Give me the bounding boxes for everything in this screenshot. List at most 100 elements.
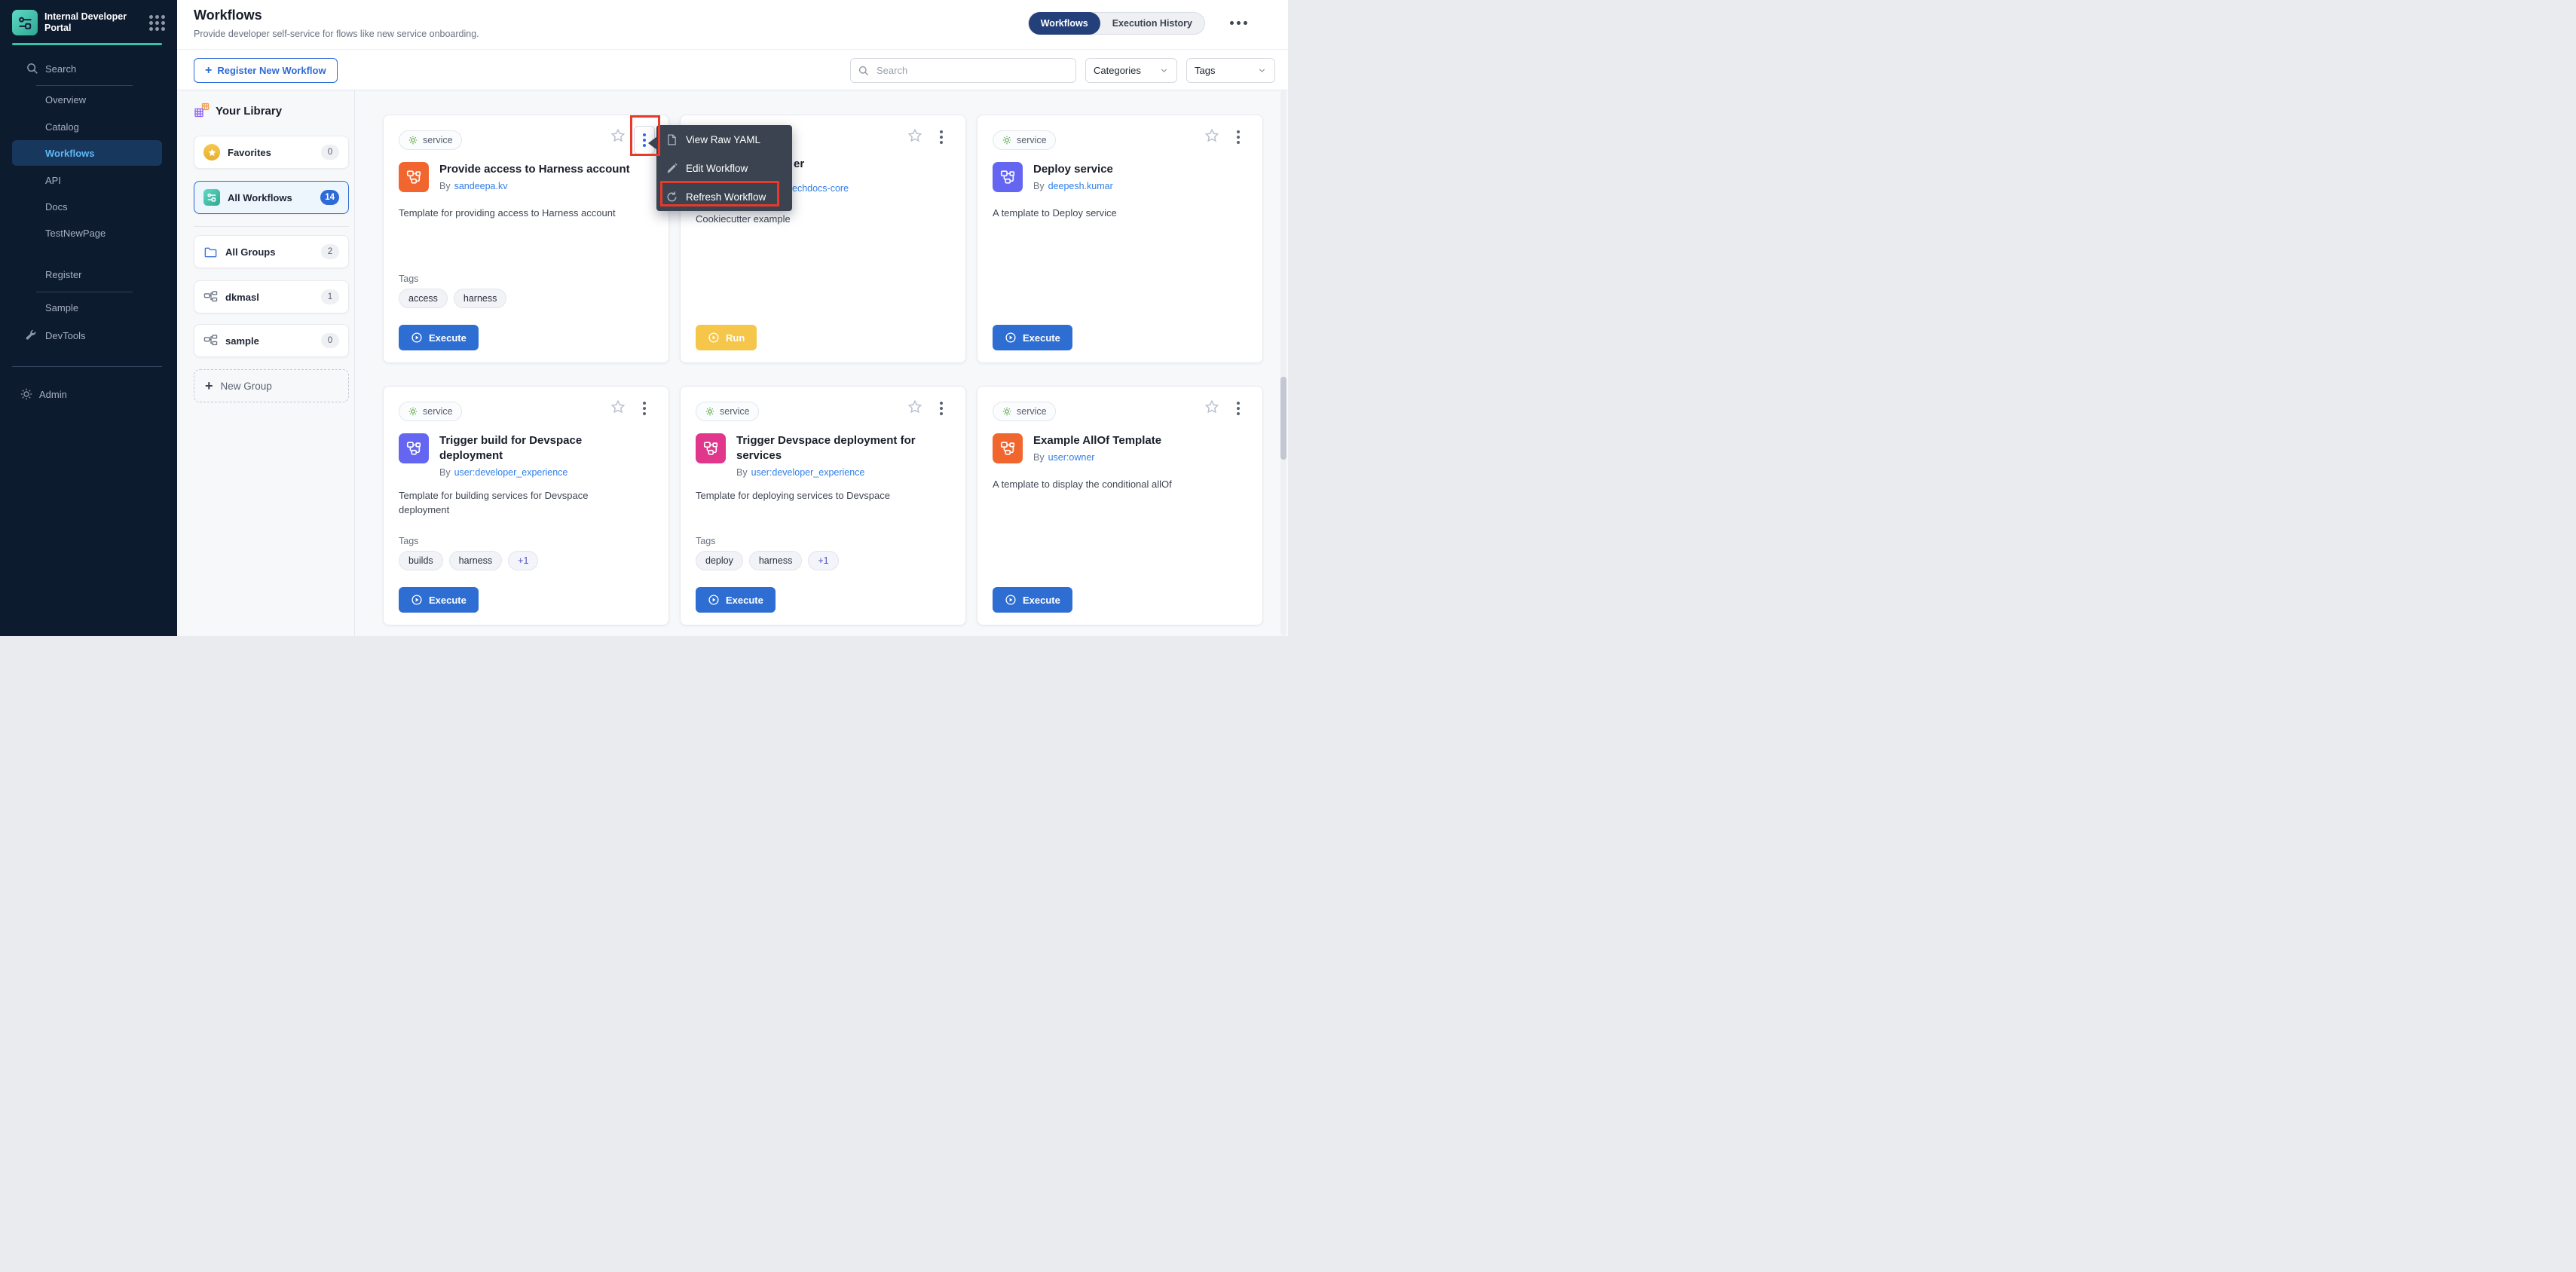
sidebar-divider bbox=[12, 366, 162, 367]
tag[interactable]: harness bbox=[454, 289, 506, 308]
tags-dropdown[interactable]: Tags bbox=[1186, 58, 1275, 83]
execute-button[interactable]: Execute bbox=[993, 587, 1072, 613]
library-group-all-workflows[interactable]: All Workflows 14 bbox=[194, 181, 349, 214]
card-overflow-menu-icon[interactable] bbox=[931, 126, 952, 148]
sidebar-item-docs[interactable]: Docs bbox=[0, 194, 177, 219]
category-chip: service bbox=[399, 402, 462, 421]
sidebar-item-workflows[interactable]: Workflows bbox=[12, 140, 162, 166]
workflow-card-trigger-build[interactable]: service Trigger build for Devspace deplo… bbox=[383, 386, 669, 625]
sidebar-item-label: Catalog bbox=[45, 121, 79, 133]
sidebar-divider bbox=[36, 85, 133, 86]
page-header: Workflows Provide developer self-service… bbox=[177, 0, 1288, 50]
service-gear-icon bbox=[1002, 135, 1012, 145]
sidebar-item-overview[interactable]: Overview bbox=[0, 87, 177, 112]
header-overflow-menu-icon[interactable] bbox=[1230, 21, 1247, 25]
card-title-fragment: er bbox=[794, 157, 804, 170]
category-chip: service bbox=[993, 402, 1056, 421]
tag-row: builds harness +1 bbox=[399, 551, 538, 570]
sidebar-item-api[interactable]: API bbox=[0, 167, 177, 193]
execute-label: Execute bbox=[726, 595, 763, 606]
register-new-workflow-button[interactable]: + Register New Workflow bbox=[194, 58, 338, 83]
favorite-star-icon[interactable] bbox=[1204, 399, 1220, 415]
execute-button[interactable]: Execute bbox=[993, 325, 1072, 350]
toggle-execution-history[interactable]: Execution History bbox=[1100, 12, 1204, 35]
library-group-sample[interactable]: sample 0 bbox=[194, 324, 349, 357]
library-cubes-icon bbox=[194, 102, 209, 118]
card-description: A template to display the conditional al… bbox=[993, 477, 1247, 491]
execute-button[interactable]: Execute bbox=[399, 325, 479, 350]
more-tags-badge[interactable]: +1 bbox=[808, 551, 838, 570]
menu-item-edit-workflow[interactable]: Edit Workflow bbox=[656, 154, 792, 182]
tag[interactable]: builds bbox=[399, 551, 443, 570]
sidebar-item-catalog[interactable]: Catalog bbox=[0, 114, 177, 139]
library-group-all-groups[interactable]: All Groups 2 bbox=[194, 235, 349, 268]
favorite-star-icon[interactable] bbox=[610, 399, 626, 415]
sidebar-item-devtools[interactable]: DevTools bbox=[0, 323, 177, 348]
sidebar-item-testnewpage[interactable]: TestNewPage bbox=[0, 220, 177, 246]
count-badge: 14 bbox=[320, 190, 339, 205]
library-group-label: Favorites bbox=[228, 147, 314, 158]
tag[interactable]: harness bbox=[449, 551, 502, 570]
card-owner-row: Byuser:owner bbox=[1033, 452, 1161, 463]
tag[interactable]: deploy bbox=[696, 551, 743, 570]
favorite-star-icon[interactable] bbox=[610, 127, 626, 144]
categories-dropdown[interactable]: Categories bbox=[1085, 58, 1177, 83]
play-circle-icon bbox=[1005, 332, 1017, 344]
play-circle-icon bbox=[411, 594, 423, 606]
workflow-card-example-allof[interactable]: service Example AllOf Template Byuser:ow… bbox=[977, 386, 1263, 625]
card-overflow-menu-icon[interactable] bbox=[634, 397, 655, 420]
library-title: Your Library bbox=[216, 105, 282, 118]
run-button[interactable]: Run bbox=[696, 325, 757, 350]
sidebar-item-label: DevTools bbox=[45, 330, 85, 341]
execute-button[interactable]: Execute bbox=[696, 587, 776, 613]
owner-link[interactable]: deepesh.kumar bbox=[1048, 181, 1113, 191]
sidebar-item-sample[interactable]: Sample bbox=[0, 295, 177, 320]
execute-button[interactable]: Execute bbox=[399, 587, 479, 613]
sidebar-item-admin[interactable]: Admin bbox=[0, 381, 177, 407]
card-title: Example AllOf Template bbox=[1033, 433, 1161, 448]
card-owner-row: Byuser:developer_experience bbox=[439, 467, 646, 478]
menu-item-view-raw-yaml[interactable]: View Raw YAML bbox=[656, 125, 792, 154]
toggle-workflows[interactable]: Workflows bbox=[1029, 12, 1100, 35]
card-description: Template for providing access to Harness… bbox=[399, 206, 653, 220]
favorite-star-icon[interactable] bbox=[907, 127, 923, 144]
workflow-card-deploy-service[interactable]: service Deploy service Bydeepesh.kumar A… bbox=[977, 115, 1263, 363]
owner-link[interactable]: user:developer_experience bbox=[751, 467, 865, 478]
owner-link[interactable]: user:developer_experience bbox=[454, 467, 568, 478]
app-grid-icon[interactable] bbox=[149, 15, 165, 31]
sidebar-item-search[interactable]: Search bbox=[0, 56, 177, 81]
new-group-button[interactable]: + New Group bbox=[194, 369, 349, 402]
card-overflow-menu-icon[interactable] bbox=[1228, 397, 1249, 420]
workflow-card-provide-access[interactable]: service Provide access to Harness accoun… bbox=[383, 115, 669, 363]
refresh-icon bbox=[665, 191, 678, 203]
scrollbar-track bbox=[1280, 90, 1286, 636]
sidebar-item-register[interactable]: Register bbox=[0, 261, 177, 287]
plus-icon: + bbox=[205, 64, 212, 78]
tag[interactable]: harness bbox=[749, 551, 802, 570]
menu-item-refresh-workflow[interactable]: Refresh Workflow bbox=[656, 182, 792, 211]
library-group-favorites[interactable]: Favorites 0 bbox=[194, 136, 349, 169]
favorite-star-icon[interactable] bbox=[907, 399, 923, 415]
template-icon bbox=[399, 433, 429, 463]
group-sitemap-icon bbox=[203, 334, 218, 348]
card-overflow-menu-icon[interactable] bbox=[931, 397, 952, 420]
card-owner-row: Bysandeepa.kv bbox=[439, 181, 630, 191]
sidebar-item-label: Search bbox=[45, 63, 76, 75]
card-overflow-menu-icon[interactable] bbox=[1228, 126, 1249, 148]
library-group-dkmasl[interactable]: dkmasl 1 bbox=[194, 280, 349, 313]
card-context-menu: View Raw YAML Edit Workflow Refresh Work… bbox=[656, 125, 792, 211]
tag[interactable]: access bbox=[399, 289, 448, 308]
execute-label: Execute bbox=[1023, 332, 1060, 344]
count-badge: 2 bbox=[321, 244, 339, 259]
owner-link[interactable]: echdocs-core bbox=[792, 183, 849, 194]
category-label: service bbox=[720, 406, 750, 417]
scrollbar-thumb[interactable] bbox=[1280, 377, 1286, 460]
sidebar-accent-divider bbox=[12, 43, 162, 45]
library-group-label: All Groups bbox=[225, 246, 314, 258]
search-input[interactable] bbox=[875, 64, 1069, 77]
workflow-card-trigger-devspace[interactable]: service Trigger Devspace deployment for … bbox=[680, 386, 966, 625]
more-tags-badge[interactable]: +1 bbox=[508, 551, 538, 570]
favorite-star-icon[interactable] bbox=[1204, 127, 1220, 144]
owner-link[interactable]: sandeepa.kv bbox=[454, 181, 508, 191]
owner-link[interactable]: user:owner bbox=[1048, 452, 1095, 463]
